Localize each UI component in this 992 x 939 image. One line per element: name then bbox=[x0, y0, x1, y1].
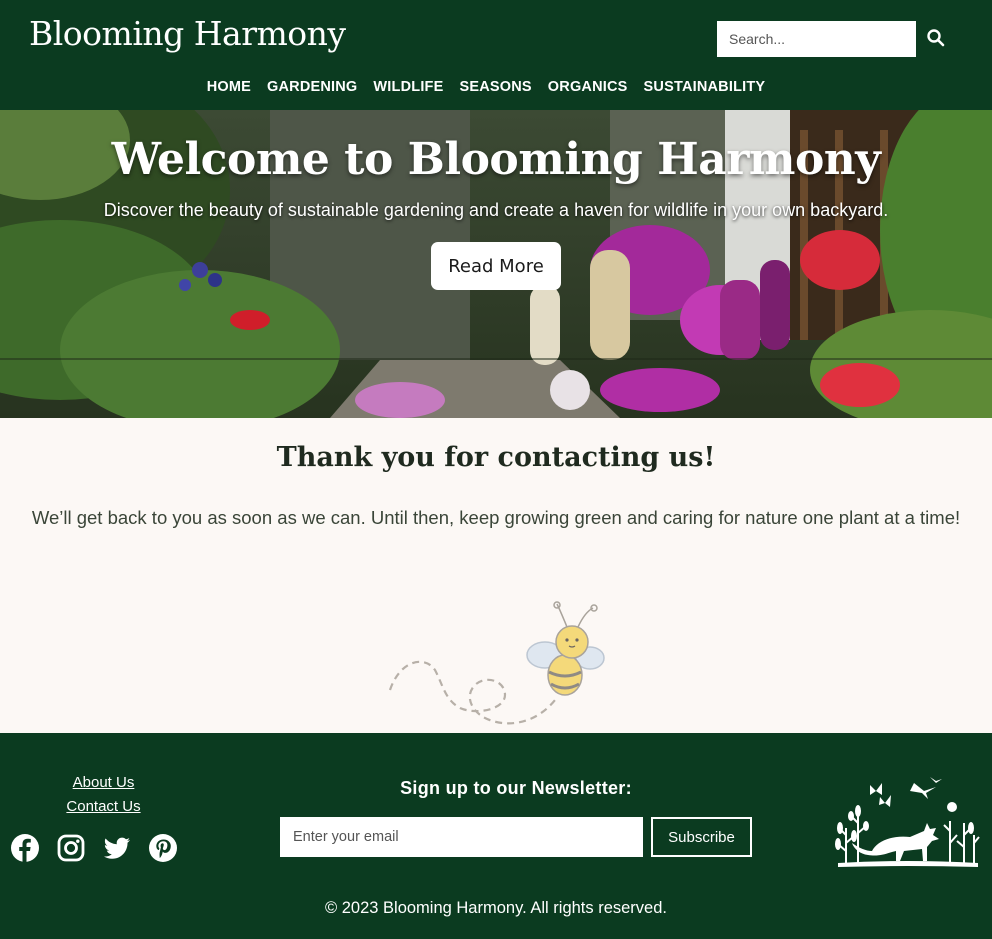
hero-title: Welcome to Blooming Harmony bbox=[111, 134, 881, 185]
site-footer: About Us Contact Us Sign up to our Newsl… bbox=[0, 733, 992, 939]
nav-home[interactable]: HOME bbox=[207, 79, 251, 95]
search-box bbox=[717, 21, 916, 57]
fox-wildlife-illustration bbox=[835, 777, 980, 867]
nav-gardening[interactable]: GARDENING bbox=[267, 79, 357, 95]
nav-wildlife[interactable]: WILDLIFE bbox=[373, 79, 443, 95]
read-more-button[interactable]: Read More bbox=[431, 242, 561, 290]
main-nav: HOME GARDENING WILDLIFE SEASONS ORGANICS… bbox=[0, 79, 992, 95]
site-logo[interactable]: Blooming Harmony bbox=[29, 14, 346, 53]
nav-sustainability[interactable]: SUSTAINABILITY bbox=[644, 79, 766, 95]
footer-links: About Us Contact Us bbox=[0, 771, 207, 819]
facebook-icon[interactable] bbox=[10, 833, 40, 863]
instagram-icon[interactable] bbox=[56, 833, 86, 863]
newsletter-email-input[interactable] bbox=[280, 817, 643, 857]
search-icon[interactable] bbox=[926, 28, 946, 48]
copyright-text: © 2023 Blooming Harmony. All rights rese… bbox=[324, 899, 667, 917]
hero-subtitle: Discover the beauty of sustainable garde… bbox=[103, 200, 889, 220]
bee-illustration bbox=[388, 601, 605, 725]
subscribe-button[interactable]: Subscribe bbox=[651, 817, 752, 857]
search-input[interactable] bbox=[717, 21, 916, 57]
hero-banner: Welcome to Blooming Harmony Discover the… bbox=[0, 110, 992, 418]
thank-you-message: We’ll get back to you as soon as we can.… bbox=[31, 507, 961, 528]
nav-seasons[interactable]: SEASONS bbox=[459, 79, 531, 95]
pinterest-icon[interactable] bbox=[148, 833, 178, 863]
social-links bbox=[10, 833, 178, 863]
thank-you-section: Thank you for contacting us! We’ll get b… bbox=[0, 418, 992, 733]
twitter-icon[interactable] bbox=[102, 833, 132, 863]
newsletter-title: Sign up to our Newsletter: bbox=[400, 778, 632, 798]
about-us-link[interactable]: About Us bbox=[0, 771, 207, 795]
nav-organics[interactable]: ORGANICS bbox=[548, 79, 628, 95]
site-header: Blooming Harmony HOME GARDENING WILDLIFE… bbox=[0, 0, 992, 110]
contact-us-link[interactable]: Contact Us bbox=[0, 795, 207, 819]
thank-you-title: Thank you for contacting us! bbox=[276, 442, 716, 473]
